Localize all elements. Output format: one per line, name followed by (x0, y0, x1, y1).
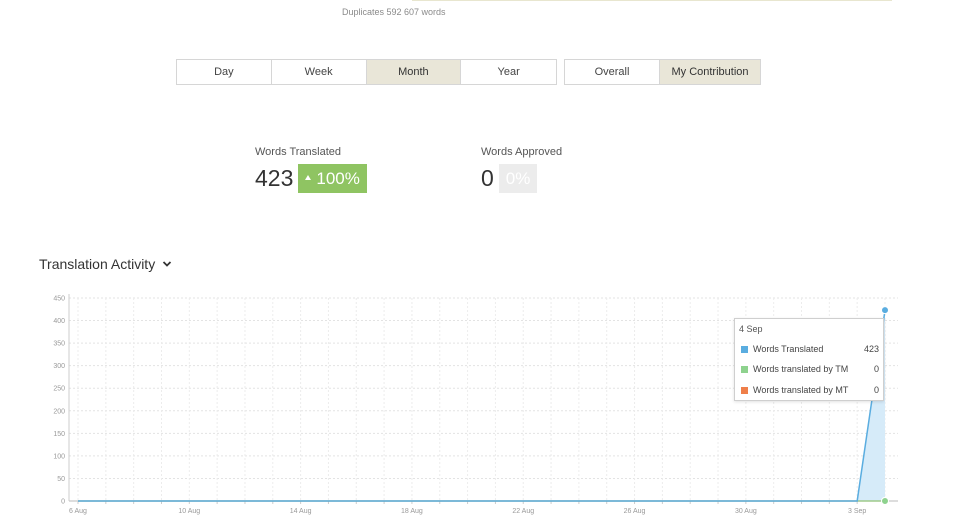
stat-words-approved: Words Approved 0 0% (481, 146, 562, 193)
stat-value: 0 (481, 165, 494, 191)
translation-activity-toggle[interactable]: Translation Activity (39, 256, 172, 272)
legend-swatch-tm (741, 365, 748, 373)
change-value: 100% (316, 169, 360, 188)
x-tick-label: 26 Aug (624, 508, 646, 515)
tooltip-series-value: 423 (863, 344, 879, 354)
x-tick-label: 3 Sep (848, 508, 866, 515)
chart-tooltip: 4 Sep Words Translated 423 Words transla… (734, 318, 884, 401)
tab-overall[interactable]: Overall (565, 60, 660, 84)
tooltip-date: 4 Sep (739, 324, 763, 334)
data-point (881, 497, 889, 505)
tooltip-row-translated: Words Translated 423 (741, 344, 879, 354)
top-divider (412, 0, 892, 1)
stat-words-translated: Words Translated 423 100% (255, 146, 367, 193)
tab-day[interactable]: Day (177, 60, 272, 84)
x-tick-label: 22 Aug (512, 508, 534, 515)
tooltip-series-name: Words Translated (753, 344, 824, 354)
y-tick-label: 300 (53, 363, 65, 370)
stat-value: 423 (255, 165, 294, 191)
x-tick-label: 10 Aug (178, 508, 200, 515)
tooltip-series-value: 0 (873, 364, 879, 374)
tooltip-series-name: Words translated by MT (753, 385, 849, 395)
tab-month[interactable]: Month (366, 60, 462, 84)
change-value: 0% (505, 169, 531, 188)
tooltip-row-tm: Words translated by TM 0 (741, 364, 879, 374)
stat-label: Words Approved (481, 146, 563, 158)
tooltip-series-name: Words translated by TM (753, 364, 849, 374)
y-tick-label: 250 (53, 386, 65, 393)
y-tick-label: 400 (53, 318, 65, 325)
legend-swatch-mt (741, 386, 748, 394)
scope-tabs: Overall My Contribution (564, 59, 761, 85)
y-tick-label: 0 (61, 499, 65, 506)
change-badge: 100% (298, 164, 367, 193)
y-tick-label: 200 (53, 408, 65, 415)
section-title: Translation Activity (39, 256, 156, 272)
x-tick-label: 6 Aug (69, 508, 87, 515)
tooltip-row-mt: Words translated by MT 0 (741, 385, 879, 395)
tab-year[interactable]: Year (461, 60, 556, 84)
data-point (881, 306, 889, 315)
y-tick-label: 150 (53, 431, 65, 438)
tab-my-contribution[interactable]: My Contribution (660, 60, 760, 84)
y-tick-label: 50 (57, 476, 65, 483)
tooltip-series-value: 0 (873, 385, 879, 395)
x-tick-label: 14 Aug (290, 508, 312, 515)
arrow-up-icon (305, 175, 312, 181)
x-tick-label: 30 Aug (735, 508, 757, 515)
y-tick-label: 100 (53, 453, 65, 460)
y-tick-label: 450 (53, 296, 65, 303)
duplicates-text: Duplicates 592 607 words (342, 7, 446, 17)
period-tabs: Day Week Month Year (176, 59, 557, 85)
chevron-down-icon (163, 261, 172, 267)
y-tick-label: 350 (53, 341, 65, 348)
legend-swatch-translated (741, 345, 748, 353)
change-badge: 0% (498, 164, 538, 193)
tab-week[interactable]: Week (272, 60, 367, 84)
stat-label: Words Translated (255, 146, 342, 158)
x-tick-label: 18 Aug (401, 508, 423, 515)
